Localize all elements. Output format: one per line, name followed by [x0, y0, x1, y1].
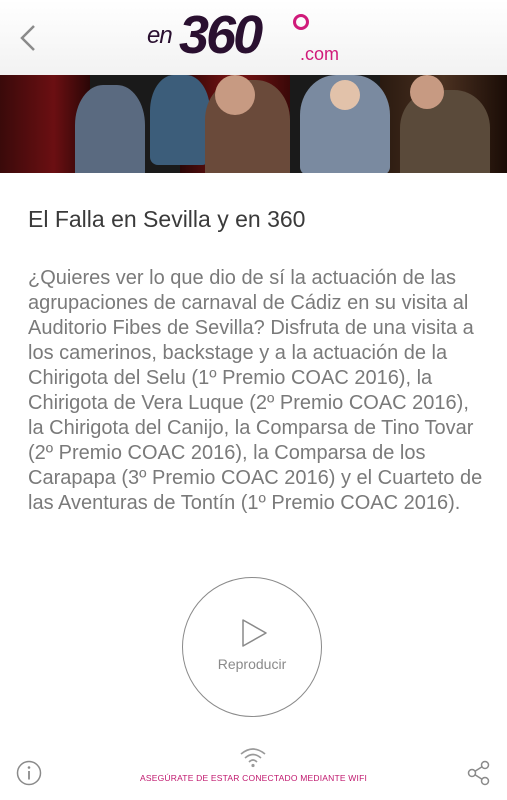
hero-image [0, 75, 507, 173]
logo-degree-mark [293, 14, 309, 30]
video-description: ¿Quieres ver lo que dio de sí la actuaci… [28, 267, 483, 514]
en360-logo: en 360 .com [147, 5, 362, 66]
logo-number: 360 [179, 5, 263, 65]
play-icon [242, 619, 267, 647]
share-icon[interactable] [466, 760, 492, 786]
wifi-warning-text: ASEGÚRATE DE ESTAR CONECTADO MEDIANTE WI… [139, 773, 368, 783]
wifi-icon [240, 748, 266, 768]
logo-suffix: .com [300, 44, 340, 64]
logo-prefix: en [147, 22, 173, 49]
top-app-bar: en 360 .com [0, 0, 507, 75]
play-button-label: Reproducir [217, 656, 287, 672]
chevron-left-icon[interactable] [14, 22, 42, 54]
video-title: El Falla en Sevilla y en 360 [28, 206, 306, 232]
play-button[interactable]: Reproducir [182, 577, 322, 717]
